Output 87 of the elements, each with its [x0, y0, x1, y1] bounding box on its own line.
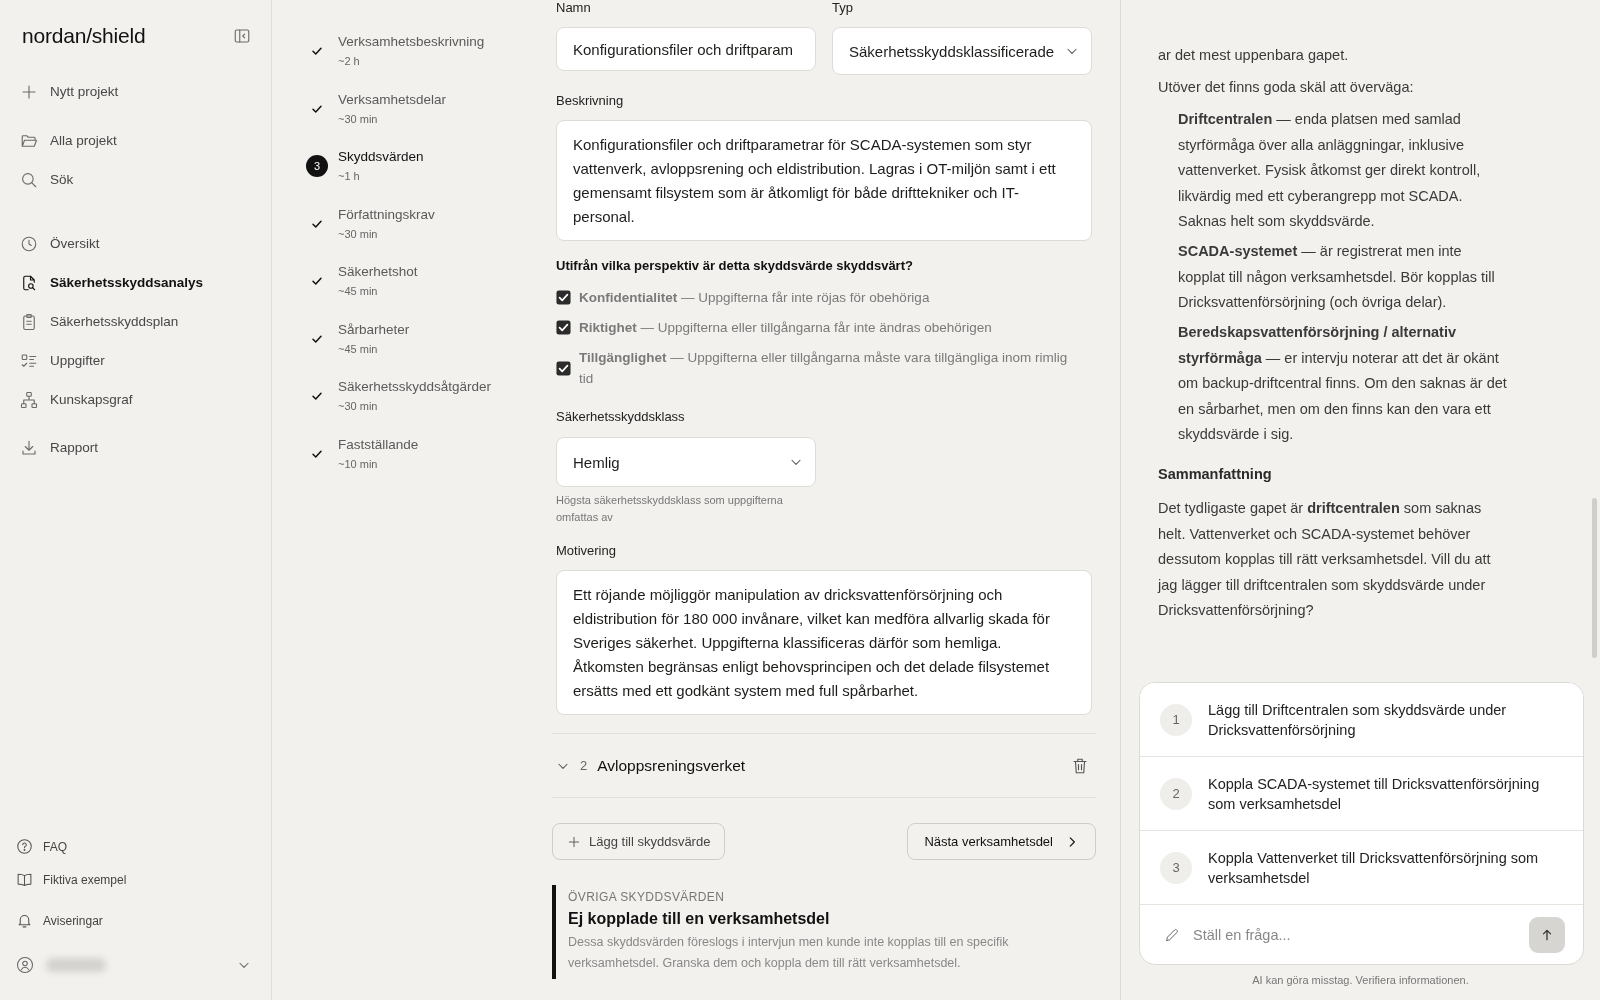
motivation-textarea[interactable]: Ett röjande möjliggör manipulation av dricksvattenförsörjning och eldistribution för 180 000 invånare, vilket kan medföra allvarlig skada för Sveriges säkerhet. Uppgifterna klassificeras därför som hemliga. Åtkomsten begränsas enligt behovsprincipen och det delade filsystemet ersätts med ett godkänt system med full spårbarhet. [556, 570, 1092, 715]
section-title: Ej kopplade till en verksamhetsdel [568, 909, 831, 929]
nav-item[interactable]: Säkerhetsskyddsplan [0, 302, 271, 341]
type-select[interactable]: Säkerhetsskyddsklassificerade [832, 27, 1092, 75]
field-label: Namn [556, 0, 592, 16]
step-title[interactable]: Fastställande [338, 435, 419, 454]
trash-icon[interactable] [1071, 756, 1089, 775]
step-duration: ~1 h [338, 169, 361, 184]
nav-item[interactable]: Nytt projekt [0, 72, 271, 111]
message-paragraph: Utöver det finns goda skäl att överväga: [1158, 78, 1415, 97]
section-description: Dessa skyddsvärden föreslogs i intervjun men kunde inte kopplas till en specifik verksamhetsdel. Granska dem och koppla dem till rätt verksamhetsdel. [568, 934, 1010, 972]
add-value-button[interactable]: Lägg till skyddsvärde [552, 823, 726, 860]
send-button[interactable] [1529, 916, 1565, 953]
message-list-item: SCADA-systemet — är registrerat men inte kopplat till någon verksamhetsdel. Bör kopplas till Dricksvattenförsörjning (och övriga delar). [1178, 242, 1496, 312]
step-duration: ~2 h [338, 54, 361, 69]
description-textarea[interactable]: Konfigurationsfiler och driftparametrar för SCADA-systemen som styr vattenverk, avloppsrening och eldistribution. Lagras i OT-miljön samt i ett gemensamt filsystem som är åtkomligt för både drifttekniker och IT-personal. [556, 120, 1092, 241]
search-icon [20, 170, 38, 189]
arrow-up-icon [1540, 927, 1554, 942]
pencil-icon [1164, 926, 1180, 943]
nav-item[interactable]: Alla projekt [0, 121, 271, 160]
footer-link[interactable]: Aviseringar [0, 904, 271, 937]
hierarchy-icon [20, 390, 38, 409]
logo: nordan/shield [22, 24, 146, 48]
message-list-item: Driftcentralen — enda platsen med samlad styrförmåga över alla anläggningar, inklusive vattenverket. Fysisk åtkomst ger direkt kontroll, likvärdig med ett cyberangrepp mot SCADA. Saknas helt som skyddsvärde. [1178, 110, 1482, 231]
suggestion-item[interactable]: 1 Lägg till Driftcentralen som skyddsvärde under Dricksvattenförsörjning [1140, 683, 1583, 757]
section-eyebrow: ÖVRIGA SKYDDSVÄRDEN [568, 889, 726, 906]
message-paragraph: ar det mest uppenbara gapet. [1158, 46, 1350, 65]
step-title[interactable]: Verksamhetsdelar [338, 90, 447, 109]
nav-item[interactable]: Säkerhetsskyddsanalys [0, 263, 271, 302]
suggestion-number: 3 [1160, 851, 1192, 884]
footer-link[interactable]: Fiktiva exempel [0, 863, 271, 896]
name-input[interactable]: Konfigurationsfiler och driftparam [556, 27, 816, 71]
book-icon [16, 871, 33, 888]
nav-item[interactable]: Kunskapsgraf [0, 380, 271, 419]
step-duration: ~45 min [338, 284, 379, 299]
help-icon [16, 838, 33, 855]
disclaimer-text: AI kan göra misstag. Verifiera informationen. [1251, 973, 1470, 988]
question-label: Utifrån vilka perspektiv är detta skyddsvärde skyddsvärt? [556, 258, 914, 274]
field-label: Beskrivning [556, 93, 625, 109]
nav-item[interactable]: Uppgifter [0, 341, 271, 380]
checkbox-label: Konfidentialitet — Uppgifterna får inte röjas för obehöriga [579, 289, 930, 307]
field-label: Motivering [556, 543, 617, 559]
step-title[interactable]: Säkerhetsskyddsåtgärder [338, 378, 492, 396]
step-duration: ~45 min [338, 341, 379, 357]
nav-item[interactable]: Översikt [0, 224, 271, 263]
bell-icon [16, 912, 33, 929]
checkbox[interactable] [556, 290, 571, 305]
field-hint: Högsta säkerhetsskyddsklass som uppgifterna omfattas av [556, 493, 784, 525]
clipboard-icon [20, 312, 38, 331]
panel-toggle-icon[interactable] [233, 27, 251, 45]
step-title[interactable]: Sårbarheter [338, 320, 410, 339]
file-search-icon [20, 273, 38, 292]
avatar-icon [16, 956, 34, 974]
download-icon [20, 438, 38, 457]
classification-select[interactable]: Hemlig [556, 437, 816, 487]
footer-link[interactable]: FAQ [0, 830, 271, 863]
plus-icon [567, 834, 581, 849]
nav-item[interactable]: Rapport [0, 428, 271, 467]
item-number: 2 [580, 758, 588, 773]
next-part-button[interactable]: Nästa verksamhetsdel [907, 823, 1096, 860]
checkbox-label: Tillgänglighet — Uppgifterna eller tillgångarna måste vara tillgängliga inom rimlig tid [579, 349, 1069, 388]
item-title[interactable]: Avloppsreningsverket [597, 756, 746, 775]
step-duration: ~30 min [338, 226, 379, 242]
chat-input[interactable]: Ställ en fråga... [1193, 926, 1529, 943]
suggestion-number: 1 [1160, 703, 1192, 736]
message-list-item: Beredskapsvattenförsörjning / alternativ styrförmåga — er intervju noterar att det är okänt om backup-driftcentral finns. Om den saknas är det en sårbarhet, men om den finns kan den vara ett skyddsvärde i sig. [1178, 323, 1508, 444]
checkbox[interactable] [556, 360, 571, 376]
step-title[interactable]: Verksamhetsbeskrivning [338, 33, 485, 51]
step-title[interactable]: Säkerhetshot [338, 263, 418, 281]
step-duration: ~30 min [338, 111, 379, 127]
step-title[interactable]: Författningskrav [338, 205, 435, 224]
nav-item[interactable]: Sök [0, 160, 271, 199]
checklist-icon [20, 351, 38, 370]
scrollbar-thumb[interactable] [1592, 498, 1597, 658]
suggestion-number: 2 [1160, 777, 1192, 810]
checkbox-label: Riktighet — Uppgifterna eller tillgångarna får inte ändras obehörigen [579, 319, 992, 337]
message-heading: Sammanfattning [1158, 464, 1273, 484]
field-label: Säkerhetsskyddsklass [556, 409, 686, 425]
clock-icon [20, 234, 38, 253]
step-duration: ~10 min [338, 456, 379, 472]
checkbox[interactable] [556, 320, 571, 335]
field-label: Typ [832, 0, 854, 16]
blurred-name [46, 958, 106, 972]
step-duration: ~30 min [338, 399, 379, 414]
step-number: 3 [306, 155, 328, 177]
step-title[interactable]: Skyddsvärden [338, 148, 424, 166]
message-paragraph: Det tydligaste gapet är driftcentralen som saknas helt. Vattenverket och SCADA-systemet behöver dessutom kopplas till rätt verksamhetsdel. Vill du att jag lägger till driftcentralen som skyddsvärde under Dricksvattenförsörjning? [1158, 499, 1492, 620]
